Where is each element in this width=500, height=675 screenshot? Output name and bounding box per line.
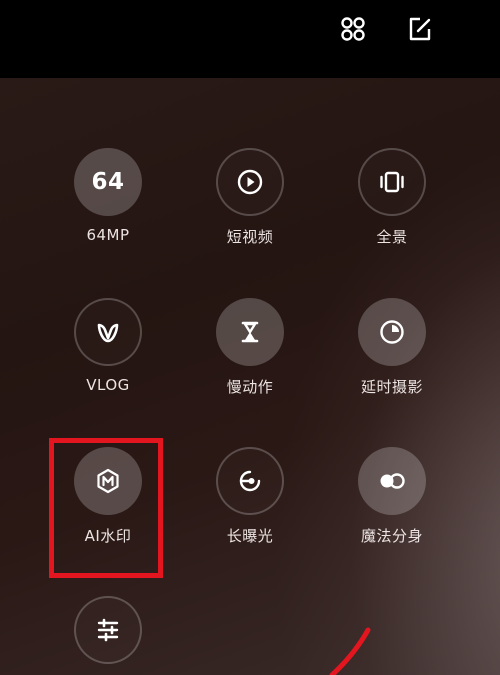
- mode-more[interactable]: [38, 596, 178, 664]
- highlight-box: [49, 438, 163, 578]
- hourglass-icon: [216, 298, 284, 366]
- 64mp-icon: 64: [74, 148, 142, 216]
- sliders-icon: [74, 596, 142, 664]
- mode-64mp[interactable]: 64 64MP: [38, 148, 178, 244]
- mode-magic-clone[interactable]: 魔法分身: [322, 447, 462, 546]
- mode-short-video[interactable]: 短视频: [180, 148, 320, 247]
- mode-vlog[interactable]: VLOG: [38, 298, 178, 394]
- mode-label: 延时摄影: [360, 378, 423, 396]
- edit-icon[interactable]: [405, 14, 435, 44]
- timer-icon: [358, 298, 426, 366]
- clone-icon: [358, 447, 426, 515]
- mode-panorama[interactable]: 全景: [322, 148, 462, 247]
- mode-label: 64MP: [86, 226, 130, 244]
- mode-label: 慢动作: [226, 378, 274, 396]
- vlog-icon: [74, 298, 142, 366]
- long-exposure-icon: [216, 447, 284, 515]
- mode-label: 长曝光: [226, 527, 274, 545]
- panorama-icon: [358, 148, 426, 216]
- mode-label: VLOG: [86, 376, 130, 394]
- mode-label: 魔法分身: [360, 527, 423, 545]
- mode-slow-motion[interactable]: 慢动作: [180, 298, 320, 397]
- mode-label: 全景: [376, 228, 408, 246]
- 64mp-badge: 64: [91, 169, 125, 195]
- mode-timelapse[interactable]: 延时摄影: [322, 298, 462, 397]
- mode-label: 短视频: [226, 228, 274, 246]
- top-bar: [0, 0, 500, 78]
- grid-icon[interactable]: [338, 14, 368, 44]
- mode-long-exposure[interactable]: 长曝光: [180, 447, 320, 546]
- play-icon: [216, 148, 284, 216]
